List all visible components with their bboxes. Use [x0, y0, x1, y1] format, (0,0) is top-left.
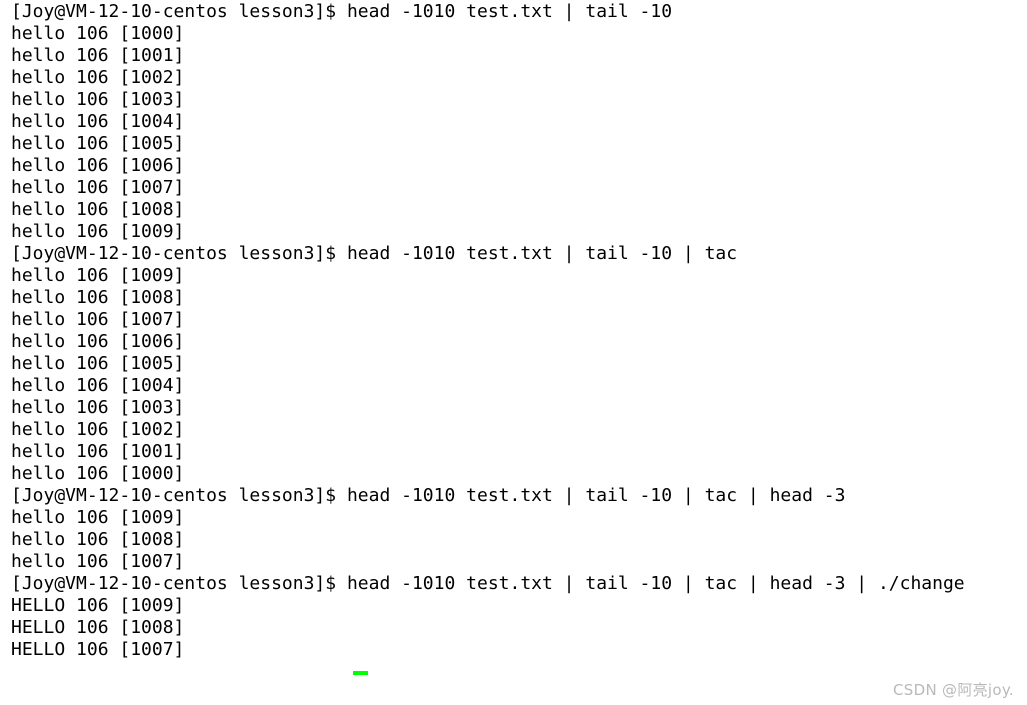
terminal-cursor	[353, 671, 368, 675]
terminal-output-line: hello 106 [1003]	[11, 89, 185, 110]
terminal-output-line: hello 106 [1002]	[11, 67, 185, 88]
terminal-output-line: hello 106 [1008]	[11, 199, 185, 220]
terminal-output-line: hello 106 [1000]	[11, 23, 185, 44]
terminal-prompt-line: [Joy@VM-12-10-centos lesson3]$ head -101…	[11, 573, 965, 594]
terminal-output-line: hello 106 [1009]	[11, 265, 185, 286]
terminal-output-line: hello 106 [1000]	[11, 463, 185, 484]
terminal-output-line: HELLO 106 [1009]	[11, 595, 185, 616]
terminal-cursor-row	[11, 661, 1027, 683]
terminal-output-line: hello 106 [1006]	[11, 331, 185, 352]
terminal-output-line: hello 106 [1008]	[11, 529, 185, 550]
terminal-output-line: hello 106 [1001]	[11, 441, 185, 462]
terminal-prompt-line: [Joy@VM-12-10-centos lesson3]$ head -101…	[11, 1, 673, 22]
terminal-output-line: HELLO 106 [1007]	[11, 639, 185, 660]
terminal-output-line: hello 106 [1004]	[11, 111, 185, 132]
terminal-prompt-line: [Joy@VM-12-10-centos lesson3]$ head -101…	[11, 243, 738, 264]
terminal-output-line: hello 106 [1009]	[11, 221, 185, 242]
terminal-output-line: hello 106 [1005]	[11, 133, 185, 154]
terminal-output-line: hello 106 [1001]	[11, 45, 185, 66]
terminal-output-line: hello 106 [1007]	[11, 551, 185, 572]
terminal-output-line: hello 106 [1007]	[11, 309, 185, 330]
terminal-prompt-line: [Joy@VM-12-10-centos lesson3]$ head -101…	[11, 485, 846, 506]
terminal-output-line: hello 106 [1009]	[11, 507, 185, 528]
terminal-output-line: hello 106 [1002]	[11, 419, 185, 440]
terminal-output-line: hello 106 [1005]	[11, 353, 185, 374]
terminal-output-area: [Joy@VM-12-10-centos lesson3]$ head -101…	[11, 1, 1027, 661]
terminal-output-line: hello 106 [1004]	[11, 375, 185, 396]
terminal-window[interactable]: [Joy@VM-12-10-centos lesson3]$ head -101…	[0, 0, 1027, 705]
terminal-output-line: HELLO 106 [1008]	[11, 617, 185, 638]
terminal-output-line: hello 106 [1006]	[11, 155, 185, 176]
terminal-output-line: hello 106 [1007]	[11, 177, 185, 198]
terminal-output-line: hello 106 [1008]	[11, 287, 185, 308]
csdn-watermark: CSDN @阿亮joy.	[893, 681, 1014, 699]
terminal-output-line: hello 106 [1003]	[11, 397, 185, 418]
